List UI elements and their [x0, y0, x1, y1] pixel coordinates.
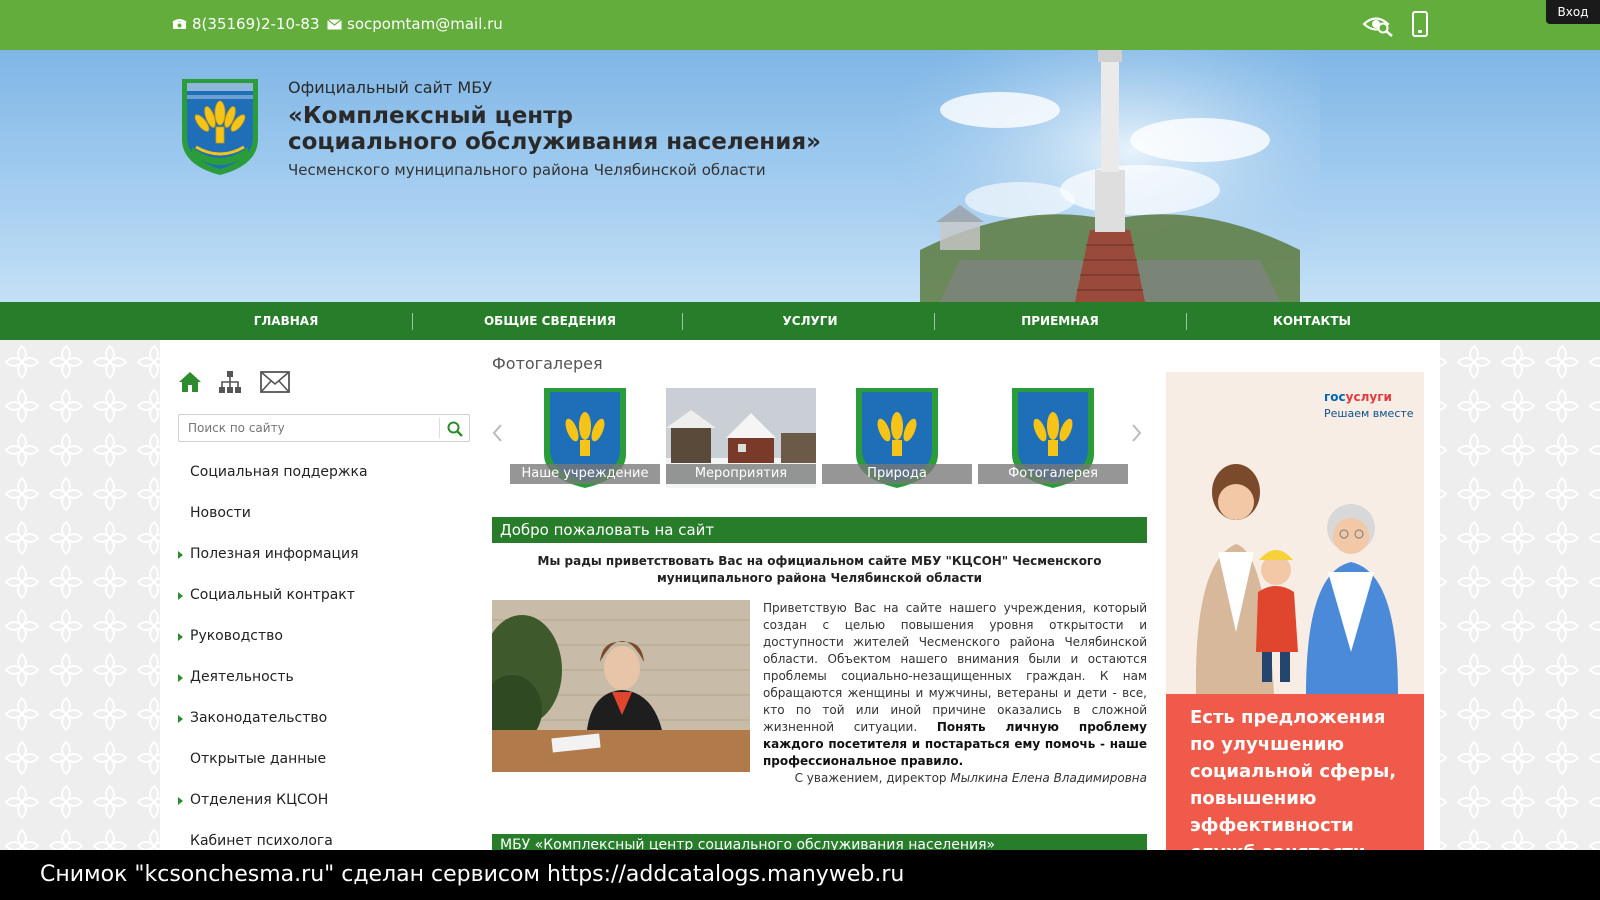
signature-name: Мылкина Елена Владимировна	[950, 771, 1147, 785]
content-page: Социальная поддержка Новости Полезная ин…	[160, 340, 1440, 850]
search-divider	[439, 418, 440, 438]
sidebar-item-open-data[interactable]: Открытые данные	[178, 739, 468, 780]
welcome-lead: Мы рады приветствовать Вас на официально…	[537, 554, 1102, 585]
welcome-signature: С уважением, директор Мылкина Елена Влад…	[763, 770, 1147, 787]
nav-reception[interactable]: ПРИЕМНАЯ	[980, 302, 1140, 340]
director-photo	[492, 600, 750, 772]
nav-separator	[934, 313, 935, 330]
header-subtitle: Официальный сайт МБУ	[288, 78, 492, 97]
home-icon[interactable]	[178, 370, 202, 394]
arrow-right-icon	[178, 674, 183, 682]
accessibility-eye-icon[interactable]	[1362, 13, 1394, 37]
sidebar-item-useful-info[interactable]: Полезная информация	[178, 534, 468, 575]
arrow-right-icon	[178, 551, 183, 559]
site-title[interactable]: «Комплексный центр социального обслужива…	[288, 103, 848, 155]
arrow-right-icon	[178, 633, 183, 641]
brand-subtitle: Решаем вместе	[1324, 407, 1414, 420]
sidebar-item-label: Руководство	[190, 628, 283, 644]
section-header-mbu: МБУ «Комплексный центр социального обслу…	[492, 834, 1147, 850]
sidebar-menu: Социальная поддержка Новости Полезная ин…	[178, 452, 468, 862]
gallery-item-our-institution[interactable]: Наше учреждение	[510, 388, 660, 488]
email-address: socpomtam@mail.ru	[347, 15, 503, 33]
sidebar-item-label: Открытые данные	[190, 751, 327, 767]
header-region: Чесменского муниципального района Челяби…	[288, 161, 766, 179]
gallery-item-nature[interactable]: Природа	[822, 388, 972, 488]
gallery-title: Фотогалерея	[492, 354, 603, 373]
screenshot-credit: Снимок "kcsonchesma.ru" сделан сервисом …	[0, 850, 1600, 900]
nav-separator	[1186, 313, 1187, 330]
banner-red-panel: Есть предложения по улучшению социальной…	[1166, 694, 1424, 850]
site-header: Официальный сайт МБУ «Комплексный центр …	[0, 50, 1600, 302]
nav-separator	[412, 313, 413, 330]
sitemap-icon[interactable]	[218, 370, 242, 394]
welcome-body-text: Приветствую Вас на сайте нашего учрежден…	[763, 601, 1147, 734]
sidebar-item-social-support[interactable]: Социальная поддержка	[178, 452, 468, 493]
sidebar-item-news[interactable]: Новости	[178, 493, 468, 534]
monument-photo	[900, 50, 1320, 302]
brand-part1: гос	[1324, 390, 1346, 404]
login-button[interactable]: Вход	[1546, 0, 1600, 24]
sidebar-item-label: Отделения КЦСОН	[190, 792, 329, 808]
search-icon[interactable]	[445, 419, 465, 439]
banner-text: Есть предложения по улучшению социальной…	[1190, 707, 1397, 850]
gallery-caption: Мероприятия	[666, 464, 816, 484]
gallery-caption: Фотогалерея	[978, 464, 1128, 484]
nav-general-info[interactable]: ОБЩИЕ СВЕДЕНИЯ	[440, 302, 660, 340]
phone-number: 8(35169)2-10-83	[192, 15, 320, 33]
site-title-line2: социального обслуживания населения»	[288, 129, 821, 155]
nav-services[interactable]: УСЛУГИ	[730, 302, 890, 340]
brand-part2: услуги	[1345, 390, 1392, 404]
gallery-item-photogallery[interactable]: Фотогалерея	[978, 388, 1128, 488]
arrow-right-icon	[178, 715, 183, 723]
envelope-icon	[327, 18, 342, 29]
chevron-left-icon[interactable]	[490, 422, 504, 444]
email-contact[interactable]: socpomtam@mail.ru	[327, 15, 503, 33]
sidebar-item-label: Социальная поддержка	[190, 464, 368, 480]
arrow-right-icon	[178, 797, 183, 805]
gosuslugi-logo: госуслуги	[1324, 390, 1392, 404]
sidebar-item-label: Деятельность	[190, 669, 294, 685]
gallery-caption: Наше учреждение	[510, 464, 660, 484]
gallery-caption: Природа	[822, 464, 972, 484]
sidebar-item-activity[interactable]: Деятельность	[178, 657, 468, 698]
sidebar-item-management[interactable]: Руководство	[178, 616, 468, 657]
sidebar-item-legislation[interactable]: Законодательство	[178, 698, 468, 739]
main-nav: ГЛАВНАЯ ОБЩИЕ СВЕДЕНИЯ УСЛУГИ ПРИЕМНАЯ К…	[0, 302, 1600, 340]
nav-contacts[interactable]: КОНТАКТЫ	[1232, 302, 1392, 340]
gallery-item-events[interactable]: Мероприятия	[666, 388, 816, 488]
sidebar-item-label: Новости	[190, 505, 251, 521]
mail-icon[interactable]	[260, 370, 290, 394]
mobile-version-icon[interactable]	[1412, 11, 1428, 37]
coat-of-arms-logo[interactable]	[180, 77, 260, 177]
sidebar-item-label: Полезная информация	[190, 546, 359, 562]
sidebar-item-label: Законодательство	[190, 710, 328, 726]
search-box	[178, 414, 470, 442]
top-bar: 8(35169)2-10-83 socpomtam@mail.ru Вход	[0, 0, 1600, 50]
arrow-right-icon	[178, 592, 183, 600]
welcome-body: Приветствую Вас на сайте нашего учрежден…	[763, 600, 1147, 770]
gosuslugi-banner[interactable]: госуслуги Решаем вместе Есть предложения…	[1166, 372, 1424, 850]
sidebar-item-label: Социальный контракт	[190, 587, 355, 603]
sidebar-item-label: Кабинет психолога	[190, 833, 333, 849]
signature-prefix: С уважением, директор	[794, 771, 947, 785]
family-illustration	[1195, 464, 1398, 694]
search-input[interactable]	[179, 415, 439, 441]
sidebar-item-branches[interactable]: Отделения КЦСОН	[178, 780, 468, 821]
site-title-line1: «Комплексный центр	[288, 103, 573, 129]
sidebar-item-social-contract[interactable]: Социальный контракт	[178, 575, 468, 616]
nav-home[interactable]: ГЛАВНАЯ	[200, 302, 372, 340]
phone-icon	[172, 19, 187, 29]
nav-separator	[682, 313, 683, 330]
welcome-header: Добро пожаловать на сайт	[492, 517, 1147, 543]
chevron-right-icon[interactable]	[1130, 422, 1144, 444]
phone-contact[interactable]: 8(35169)2-10-83	[172, 15, 320, 33]
